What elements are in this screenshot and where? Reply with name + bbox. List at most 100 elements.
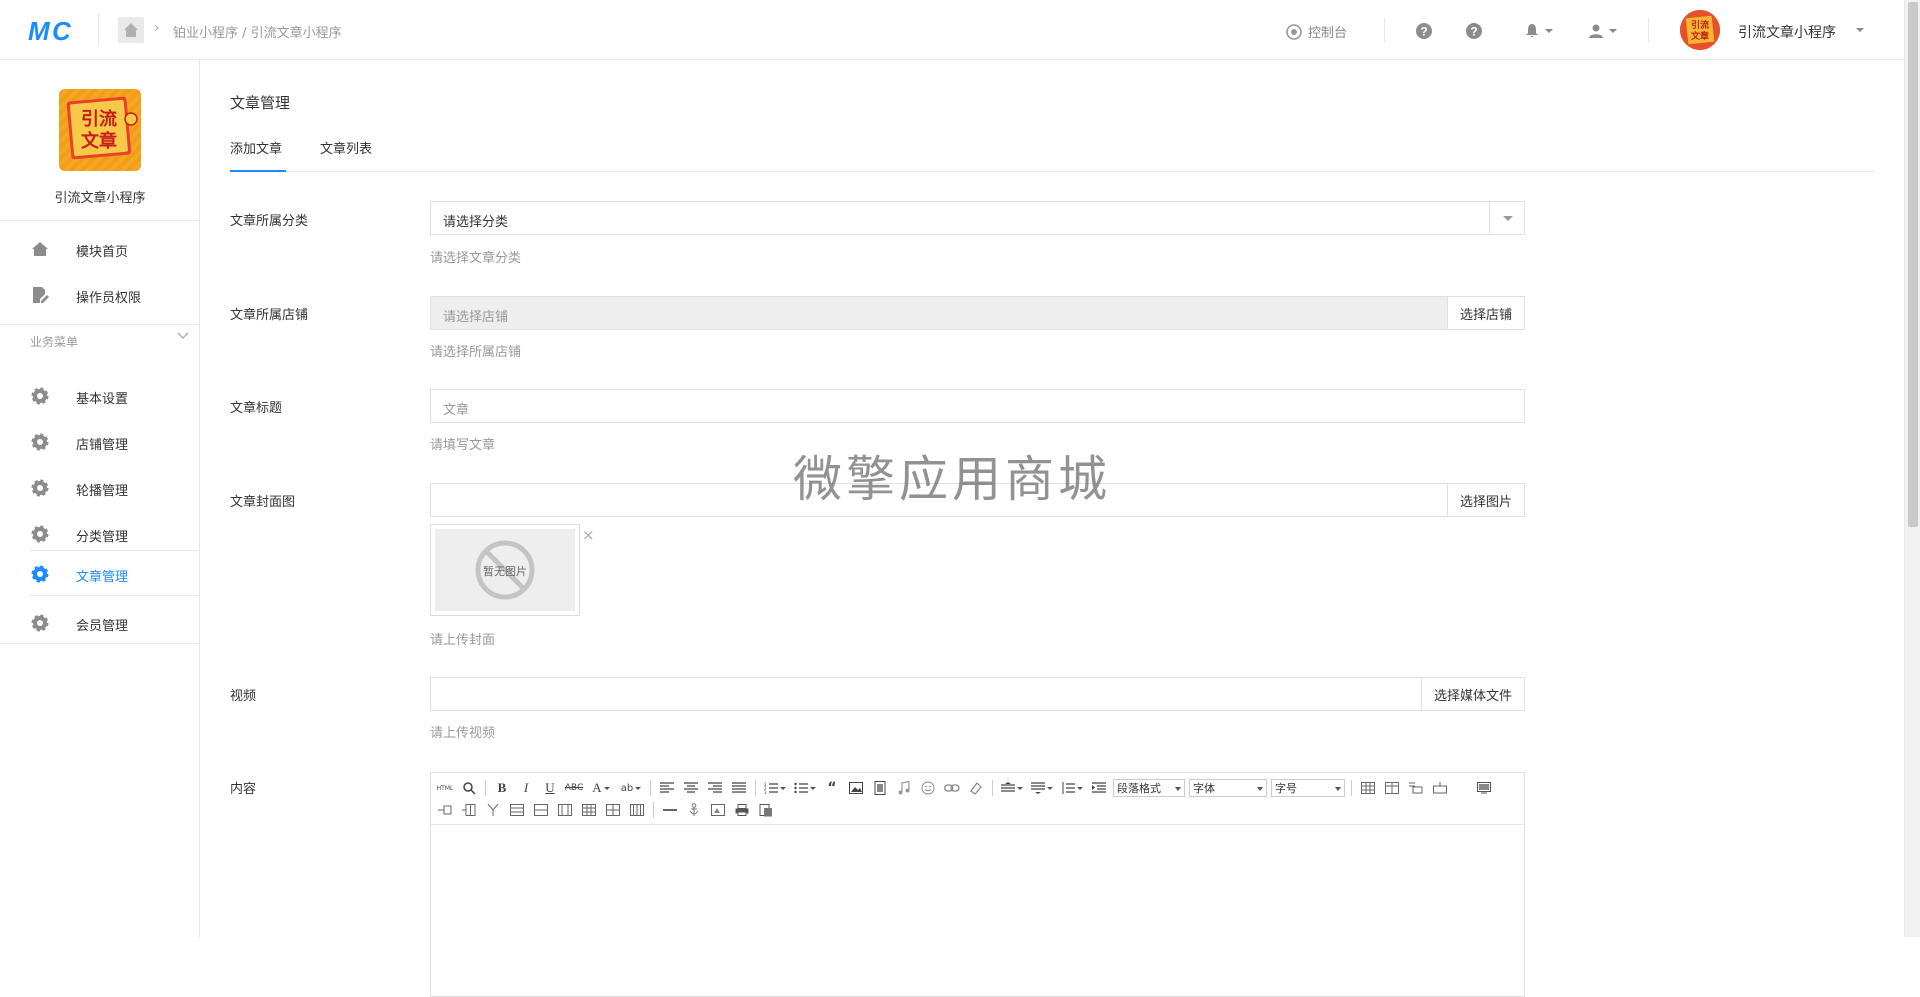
user-avatar[interactable]: 引流 文章 bbox=[1680, 10, 1720, 50]
question-circle-icon: ? bbox=[1466, 23, 1482, 39]
user-name[interactable]: 引流文章小程序 bbox=[1738, 22, 1836, 42]
breadcrumb-item-current[interactable]: 引流文章小程序 bbox=[251, 26, 342, 41]
eraser-icon[interactable] bbox=[966, 778, 986, 798]
anchor-icon[interactable] bbox=[684, 800, 704, 820]
paste-plain-icon[interactable] bbox=[756, 800, 776, 820]
title-input[interactable]: 文章 bbox=[430, 389, 1525, 423]
home-button[interactable] bbox=[118, 17, 144, 43]
row-spacing-top-icon[interactable] bbox=[999, 778, 1025, 798]
background-color-icon[interactable]: ab bbox=[618, 778, 644, 798]
category-select[interactable]: 请选择分类 bbox=[430, 201, 1525, 235]
insert-row-icon[interactable] bbox=[1430, 778, 1450, 798]
paragraph-format-value: 段落格式 bbox=[1117, 782, 1161, 795]
user-icon bbox=[1588, 24, 1603, 38]
sidebar-item-store-management[interactable]: 店铺管理 bbox=[0, 419, 200, 465]
sidebar-item-module-home[interactable]: 模块首页 bbox=[0, 226, 200, 272]
select-image-button[interactable]: 选择图片 bbox=[1446, 483, 1525, 517]
align-right-icon[interactable] bbox=[705, 778, 725, 798]
font-size-select[interactable]: 字号 bbox=[1271, 779, 1345, 797]
sidebar-item-basic-settings[interactable]: 基本设置 bbox=[0, 373, 200, 419]
select-store-button[interactable]: 选择店铺 bbox=[1446, 296, 1525, 330]
align-justify-icon[interactable] bbox=[729, 778, 749, 798]
delete-row-icon[interactable] bbox=[435, 800, 455, 820]
delete-table-icon[interactable] bbox=[1382, 778, 1402, 798]
breadcrumb: 铂业小程序 / 引流文章小程序 bbox=[173, 22, 342, 41]
sidebar-divider bbox=[0, 324, 200, 325]
breadcrumb-item-app[interactable]: 铂业小程序 bbox=[173, 26, 238, 41]
select-media-button[interactable]: 选择媒体文件 bbox=[1420, 677, 1525, 711]
caret-down-icon[interactable] bbox=[1856, 28, 1864, 32]
underline-icon[interactable]: U bbox=[540, 778, 560, 798]
sidebar-item-label: 店铺管理 bbox=[76, 438, 129, 453]
music-icon[interactable] bbox=[894, 778, 914, 798]
print-icon[interactable] bbox=[732, 800, 752, 820]
split-cells-icon[interactable] bbox=[579, 800, 599, 820]
ordered-list-icon[interactable]: 123 bbox=[762, 778, 788, 798]
cover-help: 请上传封面 bbox=[430, 633, 496, 648]
chevron-down-icon[interactable] bbox=[177, 332, 189, 340]
bold-icon[interactable]: B bbox=[492, 778, 512, 798]
html-source-label: HTML bbox=[436, 784, 454, 792]
strikethrough-icon[interactable]: ABC bbox=[564, 778, 584, 798]
video-icon[interactable] bbox=[870, 778, 890, 798]
delete-column-icon[interactable] bbox=[483, 800, 503, 820]
video-input[interactable]: 选择媒体文件 bbox=[430, 677, 1525, 711]
account-menu-button[interactable] bbox=[1584, 21, 1620, 41]
chevron-right-icon: › bbox=[154, 20, 160, 36]
help-button-2[interactable]: ? bbox=[1464, 21, 1484, 41]
caret-down-icon[interactable] bbox=[1489, 202, 1524, 234]
svg-text:文章: 文章 bbox=[81, 130, 117, 152]
insert-frame-icon[interactable] bbox=[708, 800, 728, 820]
blockquote-icon[interactable]: “ bbox=[822, 778, 842, 798]
gear-icon bbox=[31, 614, 49, 632]
align-left-icon[interactable] bbox=[657, 778, 677, 798]
page-title: 文章管理 bbox=[230, 94, 291, 112]
unordered-list-icon[interactable] bbox=[792, 778, 818, 798]
font-color-icon[interactable]: A bbox=[588, 778, 614, 798]
svg-text:M: M bbox=[28, 16, 51, 44]
help-button[interactable]: ? bbox=[1414, 21, 1434, 41]
paragraph-format-select[interactable]: 段落格式 bbox=[1113, 779, 1185, 797]
split-rows-icon[interactable] bbox=[603, 800, 623, 820]
image-icon[interactable] bbox=[846, 778, 866, 798]
html-source-button[interactable]: HTML bbox=[435, 778, 455, 798]
tab-add-article[interactable]: 添加文章 bbox=[230, 136, 286, 172]
gear-icon bbox=[31, 433, 49, 451]
horizontal-rule-icon[interactable] bbox=[660, 800, 680, 820]
store-input[interactable]: 请选择店铺 选择店铺 bbox=[430, 296, 1525, 330]
line-height-icon[interactable] bbox=[1059, 778, 1085, 798]
notifications-button[interactable] bbox=[1520, 21, 1556, 41]
gear-icon bbox=[31, 565, 49, 583]
toolbar-separator bbox=[653, 802, 654, 818]
link-icon[interactable] bbox=[942, 778, 962, 798]
font-family-value: 字体 bbox=[1193, 782, 1215, 795]
sidebar-section-title: 业务菜单 bbox=[30, 335, 79, 349]
toolbar-separator bbox=[1351, 780, 1352, 796]
font-family-select[interactable]: 字体 bbox=[1189, 779, 1267, 797]
insert-table-icon[interactable] bbox=[1358, 778, 1378, 798]
tab-article-list[interactable]: 文章列表 bbox=[320, 136, 372, 172]
merge-right-icon[interactable] bbox=[531, 800, 551, 820]
scrollbar-thumb[interactable] bbox=[1908, 2, 1918, 527]
emotion-icon[interactable] bbox=[918, 778, 938, 798]
sidebar-item-operator-permissions[interactable]: 操作员权限 bbox=[0, 272, 200, 318]
sidebar-item-article-management[interactable]: 文章管理 bbox=[30, 550, 200, 596]
fullscreen-icon[interactable] bbox=[1474, 778, 1494, 798]
brand-logo[interactable]: M C bbox=[28, 16, 78, 46]
insert-column-icon[interactable] bbox=[459, 800, 479, 820]
close-icon[interactable]: × bbox=[582, 526, 595, 544]
indent-icon[interactable] bbox=[1089, 778, 1109, 798]
find-replace-icon[interactable] bbox=[459, 778, 479, 798]
align-center-icon[interactable] bbox=[681, 778, 701, 798]
sidebar-item-member-management[interactable]: 会员管理 bbox=[0, 600, 200, 646]
merge-cells-icon[interactable] bbox=[507, 800, 527, 820]
italic-icon[interactable]: I bbox=[516, 778, 536, 798]
row-spacing-bottom-icon[interactable] bbox=[1029, 778, 1055, 798]
split-cols-icon[interactable] bbox=[627, 800, 647, 820]
rich-text-editor[interactable]: HTML B I U ABC A ab 1 2 3 “ 段落格式 字体 字号 bbox=[430, 772, 1525, 997]
console-link[interactable]: 控制台 bbox=[1286, 22, 1347, 41]
page-scrollbar[interactable] bbox=[1904, 0, 1920, 937]
merge-down-icon[interactable] bbox=[555, 800, 575, 820]
sidebar-item-carousel-management[interactable]: 轮播管理 bbox=[0, 465, 200, 511]
insert-paragraph-before-table-icon[interactable] bbox=[1406, 778, 1426, 798]
